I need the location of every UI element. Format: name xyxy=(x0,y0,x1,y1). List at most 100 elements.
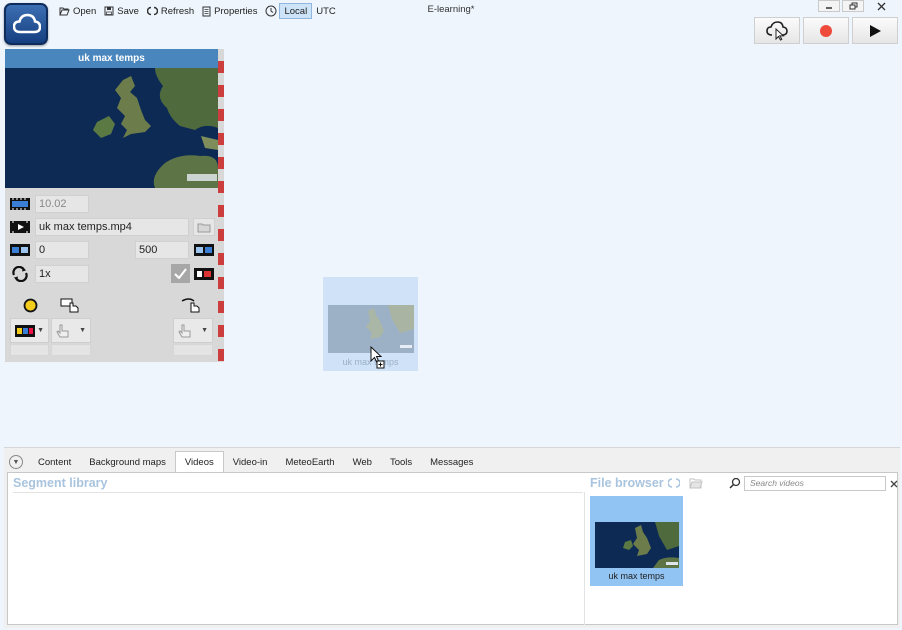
check-icon xyxy=(174,268,187,279)
utc-time-toggle[interactable]: UTC xyxy=(312,3,340,19)
transition-dropdown[interactable]: ▼ xyxy=(10,318,49,343)
chevron-down-icon: ▼ xyxy=(201,327,208,334)
tab-content[interactable]: Content xyxy=(29,452,80,472)
playout-controls xyxy=(754,17,898,44)
save-disk-icon xyxy=(104,6,114,16)
loop-checkbox[interactable] xyxy=(171,264,190,283)
drag-cursor-icon xyxy=(370,346,385,369)
search-clear-button[interactable] xyxy=(888,476,900,491)
refresh-icon xyxy=(146,6,158,16)
main-toolbar: Open Save Refresh Properties Local UTC xyxy=(55,3,340,19)
collapse-dock-button[interactable]: ▼ xyxy=(9,455,23,469)
tab-meteoearth[interactable]: MeteoEarth xyxy=(276,452,343,472)
video-file-icon xyxy=(10,218,30,236)
restore-icon xyxy=(849,2,857,10)
video-file-tile[interactable]: uk max temps xyxy=(590,496,683,586)
search-videos-input[interactable]: Search videos xyxy=(744,476,886,491)
click-trigger-dropdown[interactable]: ▼ xyxy=(51,318,91,343)
clock-indicator xyxy=(261,3,279,19)
videos-panel: Segment library File browser Search vide… xyxy=(7,472,898,625)
minimize-button[interactable] xyxy=(818,0,840,12)
stop-frame-icon xyxy=(194,265,214,283)
clock-icon xyxy=(265,5,277,17)
drag-ghost: uk max temps xyxy=(323,277,418,371)
swipe-trigger-dropdown[interactable]: ▼ xyxy=(173,318,213,343)
local-time-toggle[interactable]: Local xyxy=(279,3,313,19)
swipe-hand-icon xyxy=(181,297,203,314)
loop-icon xyxy=(10,265,30,283)
end-frame-field[interactable]: 500 xyxy=(135,241,189,259)
end-frame-icon xyxy=(194,241,214,259)
start-frame-field[interactable]: 0 xyxy=(35,241,89,259)
chevron-down-icon: ▼ xyxy=(79,327,86,334)
open-folder-icon xyxy=(59,7,70,16)
file-browser-title: File browser xyxy=(590,476,664,490)
clip-title: uk max temps xyxy=(5,49,218,68)
clip-edge-stripe xyxy=(218,49,224,362)
utc-label: UTC xyxy=(316,5,336,17)
segment-library-divider xyxy=(13,492,583,493)
video-file-thumbnail xyxy=(595,522,679,568)
local-label: Local xyxy=(284,5,308,17)
dock-tab-bar: ▼ Content Background maps Videos Video-i… xyxy=(4,451,482,472)
properties-icon xyxy=(202,6,211,16)
swipe-slot xyxy=(173,344,213,356)
properties-button[interactable]: Properties xyxy=(198,3,261,19)
cloud-publish-button[interactable] xyxy=(754,17,800,44)
open-folder-button[interactable] xyxy=(689,477,703,489)
click-slot xyxy=(51,344,91,356)
panel-splitter[interactable] xyxy=(584,492,585,625)
frame-range-row: 0 500 xyxy=(10,241,214,259)
folder-icon xyxy=(197,223,211,232)
speed-field[interactable]: 1x xyxy=(35,264,89,283)
cloud-icon xyxy=(13,13,41,34)
browse-file-button[interactable] xyxy=(193,218,215,236)
restore-button[interactable] xyxy=(842,0,864,12)
tab-messages[interactable]: Messages xyxy=(421,452,482,472)
refresh-label: Refresh xyxy=(160,5,195,17)
start-frame-icon xyxy=(10,241,30,259)
filename-field[interactable]: uk max temps.mp4 xyxy=(35,218,189,236)
folder-icon xyxy=(689,478,703,489)
tab-video-in[interactable]: Video-in xyxy=(224,452,277,472)
chevron-down-icon: ▼ xyxy=(12,458,20,466)
yellow-dot-icon xyxy=(23,298,38,313)
record-button[interactable] xyxy=(803,17,849,44)
save-button[interactable]: Save xyxy=(100,3,143,19)
open-label: Open xyxy=(73,5,97,17)
speed-row: 1x xyxy=(10,264,214,283)
duration-field[interactable]: 10.02 xyxy=(35,195,89,213)
hand-pointer-icon xyxy=(60,297,82,314)
save-label: Save xyxy=(117,5,139,17)
segment-library-list[interactable] xyxy=(13,494,581,624)
duration-row: 10.02 xyxy=(10,195,89,213)
close-window-button[interactable] xyxy=(866,0,896,12)
refresh-icon xyxy=(667,478,681,488)
tab-videos[interactable]: Videos xyxy=(174,451,224,472)
refresh-files-button[interactable] xyxy=(667,476,681,490)
video-file-name: uk max temps xyxy=(608,571,665,581)
minimize-icon xyxy=(826,7,832,9)
play-icon xyxy=(870,24,881,37)
app-logo[interactable] xyxy=(4,3,48,45)
search-icon xyxy=(729,477,741,489)
refresh-button[interactable]: Refresh xyxy=(143,3,198,19)
clip-map-thumbnail xyxy=(5,68,218,188)
transition-icon xyxy=(15,324,35,337)
window-controls xyxy=(818,0,896,12)
segment-library-title: Segment library xyxy=(13,476,108,490)
properties-label: Properties xyxy=(214,5,258,17)
chevron-down-icon: ▼ xyxy=(37,327,44,334)
tab-web[interactable]: Web xyxy=(344,452,381,472)
duration-icon xyxy=(10,195,30,213)
bottom-dock: ▼ Content Background maps Videos Video-i… xyxy=(4,447,900,628)
tab-tools[interactable]: Tools xyxy=(381,452,421,472)
hand-icon xyxy=(56,324,69,338)
play-button[interactable] xyxy=(852,17,898,44)
close-icon xyxy=(890,480,898,487)
filename-row: uk max temps.mp4 xyxy=(10,218,215,236)
cloud-pointer-icon xyxy=(766,20,788,41)
tab-background-maps[interactable]: Background maps xyxy=(80,452,175,472)
open-button[interactable]: Open xyxy=(55,3,100,19)
close-icon xyxy=(877,2,885,10)
